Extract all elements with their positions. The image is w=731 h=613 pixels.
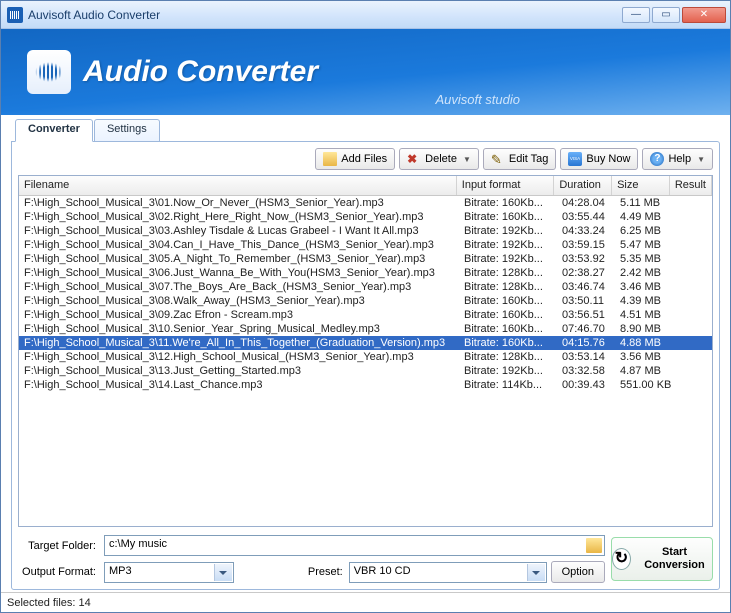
help-button[interactable]: Help ▼ [642, 148, 713, 170]
banner: Audio Converter Auvisoft studio [1, 29, 730, 115]
tab-strip: Converter Settings [15, 119, 720, 141]
table-row[interactable]: F:\High_School_Musical_3\06.Just_Wanna_B… [19, 266, 712, 280]
refresh-icon [612, 548, 631, 570]
buy-now-label: Buy Now [586, 153, 630, 165]
table-row[interactable]: F:\High_School_Musical_3\09.Zac Efron - … [19, 308, 712, 322]
minimize-button[interactable]: — [622, 7, 650, 23]
chevron-down-icon: ▼ [697, 155, 705, 164]
target-folder-label: Target Folder: [18, 540, 100, 552]
col-header-duration[interactable]: Duration [554, 176, 612, 195]
status-bar: Selected files: 14 [1, 592, 730, 612]
banner-title: Audio Converter [83, 55, 318, 89]
titlebar[interactable]: Auvisoft Audio Converter — ▭ ✕ [1, 1, 730, 29]
start-conversion-button[interactable]: Start Conversion [611, 537, 713, 581]
table-row[interactable]: F:\High_School_Musical_3\11.We're_All_In… [19, 336, 712, 350]
help-icon [650, 152, 664, 166]
browse-folder-icon[interactable] [586, 538, 602, 553]
delete-icon [407, 152, 421, 166]
card-icon [568, 152, 582, 166]
col-header-filename[interactable]: Filename [19, 176, 457, 195]
table-row[interactable]: F:\High_School_Musical_3\14.Last_Chance.… [19, 378, 712, 392]
table-row[interactable]: F:\High_School_Musical_3\10.Senior_Year_… [19, 322, 712, 336]
table-row[interactable]: F:\High_School_Musical_3\01.Now_Or_Never… [19, 196, 712, 210]
edit-icon [491, 152, 505, 166]
file-list: Filename Input format Duration Size Resu… [18, 175, 713, 527]
table-row[interactable]: F:\High_School_Musical_3\04.Can_I_Have_T… [19, 238, 712, 252]
output-format-label: Output Format: [18, 566, 100, 578]
toolbar: Add Files Delete ▼ Edit Tag Buy Now [18, 148, 713, 170]
app-icon [7, 7, 23, 23]
logo-icon [27, 50, 71, 94]
col-header-format[interactable]: Input format [457, 176, 555, 195]
preset-combo[interactable]: VBR 10 CD [349, 562, 547, 583]
delete-label: Delete [425, 153, 457, 165]
add-files-label: Add Files [341, 153, 387, 165]
output-format-combo[interactable]: MP3 [104, 562, 234, 583]
maximize-button[interactable]: ▭ [652, 7, 680, 23]
buy-now-button[interactable]: Buy Now [560, 148, 638, 170]
target-folder-input[interactable]: c:\My music [104, 535, 605, 556]
edit-tag-label: Edit Tag [509, 153, 549, 165]
banner-subtitle: Auvisoft studio [435, 92, 520, 107]
col-header-result[interactable]: Result [670, 176, 712, 195]
table-row[interactable]: F:\High_School_Musical_3\13.Just_Getting… [19, 364, 712, 378]
table-row[interactable]: F:\High_School_Musical_3\08.Walk_Away_(H… [19, 294, 712, 308]
close-button[interactable]: ✕ [682, 7, 726, 23]
table-row[interactable]: F:\High_School_Musical_3\12.High_School_… [19, 350, 712, 364]
table-row[interactable]: F:\High_School_Musical_3\05.A_Night_To_R… [19, 252, 712, 266]
col-header-size[interactable]: Size [612, 176, 670, 195]
help-label: Help [668, 153, 691, 165]
edit-tag-button[interactable]: Edit Tag [483, 148, 557, 170]
table-row[interactable]: F:\High_School_Musical_3\03.Ashley Tisda… [19, 224, 712, 238]
start-label: Start Conversion [637, 546, 712, 572]
list-body[interactable]: F:\High_School_Musical_3\01.Now_Or_Never… [19, 196, 712, 526]
chevron-down-icon: ▼ [463, 155, 471, 164]
add-files-button[interactable]: Add Files [315, 148, 395, 170]
delete-button[interactable]: Delete ▼ [399, 148, 479, 170]
option-button[interactable]: Option [551, 561, 605, 583]
folder-icon [323, 152, 337, 166]
window-title: Auvisoft Audio Converter [28, 8, 622, 22]
preset-label: Preset: [306, 566, 345, 578]
tab-converter[interactable]: Converter [15, 119, 93, 142]
table-row[interactable]: F:\High_School_Musical_3\07.The_Boys_Are… [19, 280, 712, 294]
table-row[interactable]: F:\High_School_Musical_3\02.Right_Here_R… [19, 210, 712, 224]
status-text: Selected files: 14 [7, 597, 91, 609]
tab-settings[interactable]: Settings [94, 119, 160, 141]
list-header[interactable]: Filename Input format Duration Size Resu… [19, 176, 712, 196]
